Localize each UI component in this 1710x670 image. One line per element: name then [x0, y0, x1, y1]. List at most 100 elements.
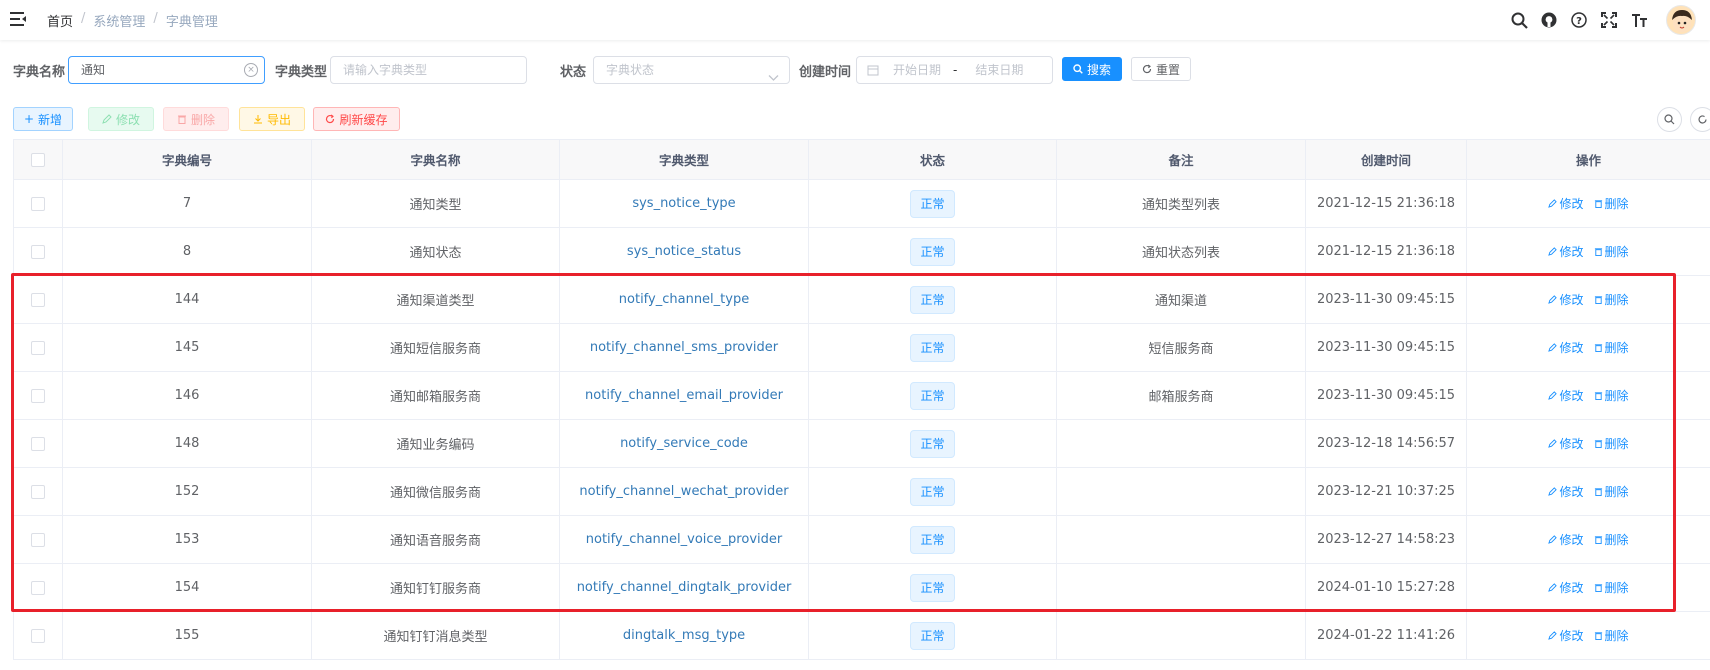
row-delete-label: 删除 [1604, 581, 1629, 595]
cell-created: 2021-12-15 21:36:18 [1306, 228, 1467, 275]
cell-dict-id: 155 [63, 612, 312, 659]
dict-type-link[interactable]: notify_service_code [620, 436, 748, 451]
dict-type-link[interactable]: notify_channel_dingtalk_provider [577, 580, 792, 595]
row-edit-button[interactable]: 修改 [1548, 435, 1584, 452]
row-edit-button[interactable]: 修改 [1548, 483, 1584, 500]
row-delete-button[interactable]: 删除 [1594, 195, 1629, 212]
checkbox[interactable] [31, 340, 45, 355]
search-icon[interactable] [1504, 5, 1534, 35]
row-delete-button[interactable]: 删除 [1594, 435, 1629, 452]
row-select[interactable] [13, 564, 63, 611]
row-delete-button[interactable]: 删除 [1594, 339, 1629, 356]
row-delete-label: 删除 [1604, 437, 1629, 451]
row-delete-button[interactable]: 删除 [1594, 387, 1629, 404]
dict-type-link[interactable]: notify_channel_sms_provider [590, 340, 778, 355]
refresh-table-button[interactable] [1690, 107, 1710, 132]
edit-icon [1548, 439, 1558, 448]
delete-button[interactable]: 删除 [163, 107, 229, 131]
cell-remark [1057, 468, 1306, 515]
add-button[interactable]: + 新增 [13, 107, 73, 131]
table-row: 8 通知状态 sys_notice_status 正常 通知状态列表 2021-12-15… [13, 228, 1710, 276]
status-select[interactable]: 字典状态 [593, 56, 790, 84]
checkbox[interactable] [31, 484, 45, 499]
row-delete-button[interactable]: 删除 [1594, 627, 1629, 644]
table-row: 7 通知类型 sys_notice_type 正常 通知类型列表 2021-12-15 2… [13, 180, 1710, 228]
font-size-icon[interactable] [1624, 5, 1654, 35]
row-select[interactable] [13, 420, 63, 467]
row-edit-button[interactable]: 修改 [1548, 195, 1584, 212]
checkbox[interactable] [31, 628, 45, 643]
row-edit-button[interactable]: 修改 [1548, 291, 1584, 308]
dict-type-link[interactable]: notify_channel_voice_provider [586, 532, 782, 547]
refresh-cache-button[interactable]: 刷新缓存 [313, 107, 400, 131]
row-delete-button[interactable]: 删除 [1594, 291, 1629, 308]
header-select-all[interactable] [13, 140, 63, 179]
row-delete-button[interactable]: 删除 [1594, 579, 1629, 596]
dict-type-link[interactable]: notify_channel_type [619, 292, 749, 307]
row-select[interactable] [13, 276, 63, 323]
row-select[interactable] [13, 180, 63, 227]
export-button[interactable]: 导出 [239, 107, 305, 131]
dict-type-link[interactable]: notify_channel_wechat_provider [579, 484, 788, 499]
row-delete-button[interactable]: 删除 [1594, 531, 1629, 548]
checkbox[interactable] [31, 196, 45, 211]
edit-button[interactable]: 修改 [88, 107, 154, 131]
edit-icon [1548, 295, 1558, 304]
dict-type-input[interactable]: 请输入字典类型 [330, 56, 527, 84]
hamburger-menu-icon[interactable] [10, 12, 26, 26]
reset-button[interactable]: 重置 [1131, 57, 1191, 81]
row-edit-button[interactable]: 修改 [1548, 387, 1584, 404]
row-select[interactable] [13, 612, 63, 659]
breadcrumb-home[interactable]: 首页 [47, 11, 73, 30]
checkbox[interactable] [31, 388, 45, 403]
checkbox[interactable] [31, 292, 45, 307]
row-select[interactable] [13, 516, 63, 563]
toggle-search-button[interactable] [1657, 107, 1682, 132]
reset-button-label: 重置 [1155, 62, 1180, 77]
trash-icon [1594, 296, 1602, 304]
dict-type-link[interactable]: sys_notice_status [627, 244, 741, 259]
dict-type-link[interactable]: sys_notice_type [632, 196, 735, 211]
dict-type-link[interactable]: dingtalk_msg_type [623, 628, 745, 643]
date-range-picker[interactable]: 开始日期 - 结束日期 [856, 56, 1053, 84]
row-edit-button[interactable]: 修改 [1548, 531, 1584, 548]
status-badge: 正常 [910, 429, 955, 458]
row-select[interactable] [13, 372, 63, 419]
row-select[interactable] [13, 228, 63, 275]
checkbox[interactable] [31, 152, 45, 167]
row-delete-button[interactable]: 删除 [1594, 483, 1629, 500]
header-dict-name: 字典名称 [312, 140, 560, 179]
github-icon[interactable] [1534, 5, 1564, 35]
breadcrumb-system[interactable]: 系统管理 [93, 11, 145, 30]
cell-status: 正常 [809, 372, 1057, 419]
dict-name-input[interactable]: 通知 × [68, 56, 265, 84]
trash-icon [177, 115, 186, 124]
header-created: 创建时间 [1306, 140, 1467, 179]
avatar[interactable] [1666, 5, 1696, 35]
status-badge: 正常 [910, 285, 955, 314]
header-dict-id: 字典编号 [63, 140, 312, 179]
row-edit-label: 修改 [1559, 341, 1584, 355]
help-icon[interactable]: ? [1564, 5, 1594, 35]
edit-icon [1548, 199, 1558, 208]
checkbox[interactable] [31, 532, 45, 547]
fullscreen-icon[interactable] [1594, 5, 1624, 35]
checkbox[interactable] [31, 580, 45, 595]
row-edit-label: 修改 [1559, 533, 1584, 547]
search-button[interactable]: 搜索 [1062, 57, 1122, 81]
row-select[interactable] [13, 324, 63, 371]
dict-name-label: 字典名称 [13, 65, 66, 80]
table-row: 144 通知渠道类型 notify_channel_type 正常 通知渠道 2023-1… [13, 276, 1710, 324]
clear-icon[interactable]: × [244, 63, 258, 77]
checkbox[interactable] [31, 244, 45, 259]
row-delete-button[interactable]: 删除 [1594, 243, 1629, 260]
dict-type-link[interactable]: notify_channel_email_provider [585, 388, 783, 403]
row-edit-button[interactable]: 修改 [1548, 243, 1584, 260]
row-edit-button[interactable]: 修改 [1548, 339, 1584, 356]
cell-actions: 修改 删除 [1467, 564, 1710, 611]
checkbox[interactable] [31, 436, 45, 451]
row-select[interactable] [13, 468, 63, 515]
cell-status: 正常 [809, 468, 1057, 515]
row-edit-button[interactable]: 修改 [1548, 627, 1584, 644]
row-edit-button[interactable]: 修改 [1548, 579, 1584, 596]
